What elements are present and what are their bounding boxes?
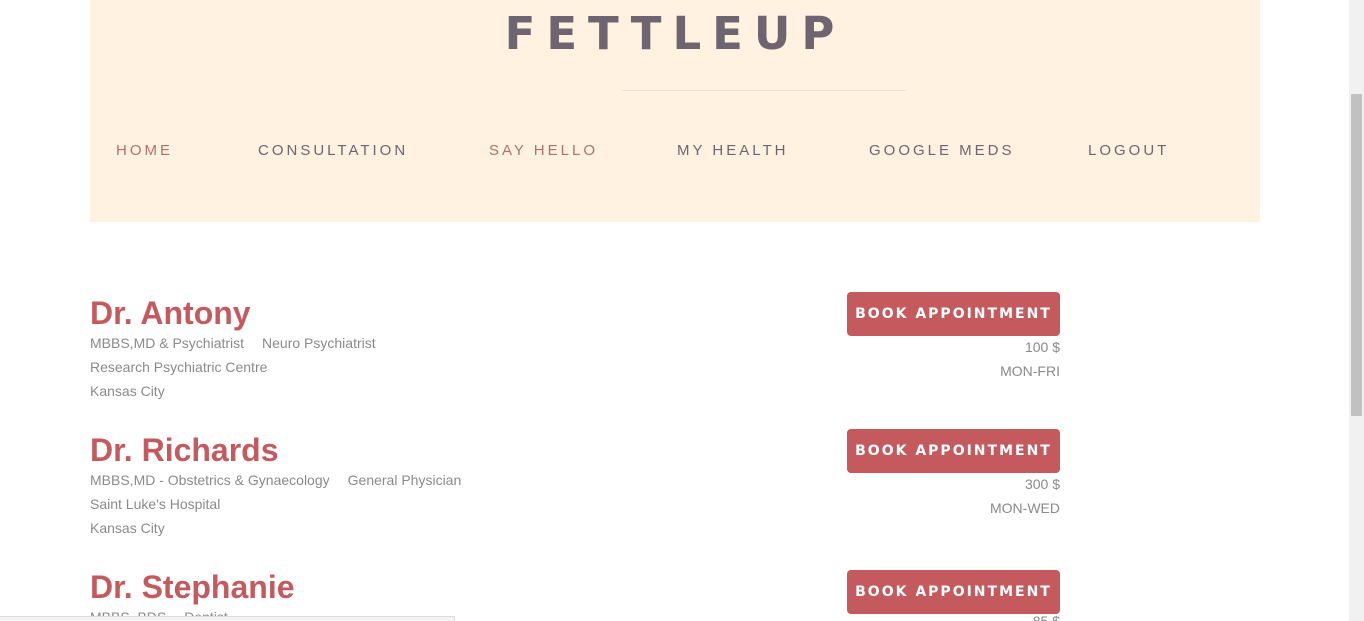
doctor-qualification: MBBS,MD & Psychiatrist bbox=[90, 335, 245, 351]
doctor-specialty: General Physician bbox=[347, 472, 462, 488]
doctor-specialty: Neuro Psychiatrist bbox=[262, 335, 376, 351]
doctor-city: Kansas City bbox=[90, 383, 165, 399]
doctor-hospital: Saint Luke's Hospital bbox=[90, 496, 221, 512]
nav-consultation[interactable]: CONSULTATION bbox=[258, 141, 408, 161]
doctor-credentials: MBBS,MD & Psychiatrist Neuro Psychiatrist bbox=[90, 334, 376, 352]
book-appointment-button[interactable]: BOOK APPOINTMENT bbox=[847, 570, 1060, 614]
main-nav: HOME CONSULTATION SAY HELLO MY HEALTH GO… bbox=[90, 141, 1260, 161]
doctor-fee: 300 $ bbox=[1024, 476, 1060, 492]
doctor-name: Dr. Stephanie bbox=[90, 570, 295, 605]
bottom-bar bbox=[0, 616, 455, 621]
site-logo[interactable]: FETTLEUP bbox=[90, 6, 1260, 62]
book-appointment-button[interactable]: BOOK APPOINTMENT bbox=[847, 429, 1060, 473]
nav-google-meds[interactable]: GOOGLE MEDS bbox=[869, 141, 1015, 161]
nav-logout[interactable]: LOGOUT bbox=[1088, 141, 1169, 161]
doctor-card: Dr. Antony MBBS,MD & Psychiatrist Neuro P… bbox=[90, 292, 1060, 416]
nav-my-health[interactable]: MY HEALTH bbox=[677, 141, 788, 161]
doctor-fee: 85 $ bbox=[1032, 613, 1060, 621]
doctor-card: Dr. Stephanie MBBS, BDS Dentist BOOK APPO… bbox=[90, 570, 1060, 621]
doctor-name: Dr. Antony bbox=[90, 295, 251, 331]
scrollbar-thumb[interactable] bbox=[1351, 94, 1362, 416]
page: FETTLEUP HOME CONSULTATION SAY HELLO MY … bbox=[0, 0, 1364, 621]
nav-home[interactable]: HOME bbox=[116, 141, 173, 161]
doctor-days: MON-WED bbox=[990, 500, 1060, 516]
doctor-fee: 100 $ bbox=[1024, 339, 1060, 355]
doctor-days: MON-FRI bbox=[1000, 363, 1060, 379]
nav-say-hello[interactable]: SAY HELLO bbox=[489, 141, 598, 161]
doctor-city: Kansas City bbox=[90, 520, 165, 536]
page-scrollbar[interactable] bbox=[1349, 0, 1364, 621]
doctor-name: Dr. Richards bbox=[90, 432, 279, 468]
book-appointment-button[interactable]: BOOK APPOINTMENT bbox=[847, 292, 1060, 336]
logo-divider bbox=[622, 90, 906, 91]
doctor-credentials: MBBS,MD - Obstetrics & Gynaecology Genera… bbox=[90, 471, 461, 489]
doctor-card: Dr. Richards MBBS,MD - Obstetrics & Gyna… bbox=[90, 429, 1060, 553]
site-header: FETTLEUP HOME CONSULTATION SAY HELLO MY … bbox=[90, 0, 1260, 222]
doctor-qualification: MBBS,MD - Obstetrics & Gynaecology bbox=[90, 472, 330, 488]
doctor-hospital: Research Psychiatric Centre bbox=[90, 359, 268, 375]
